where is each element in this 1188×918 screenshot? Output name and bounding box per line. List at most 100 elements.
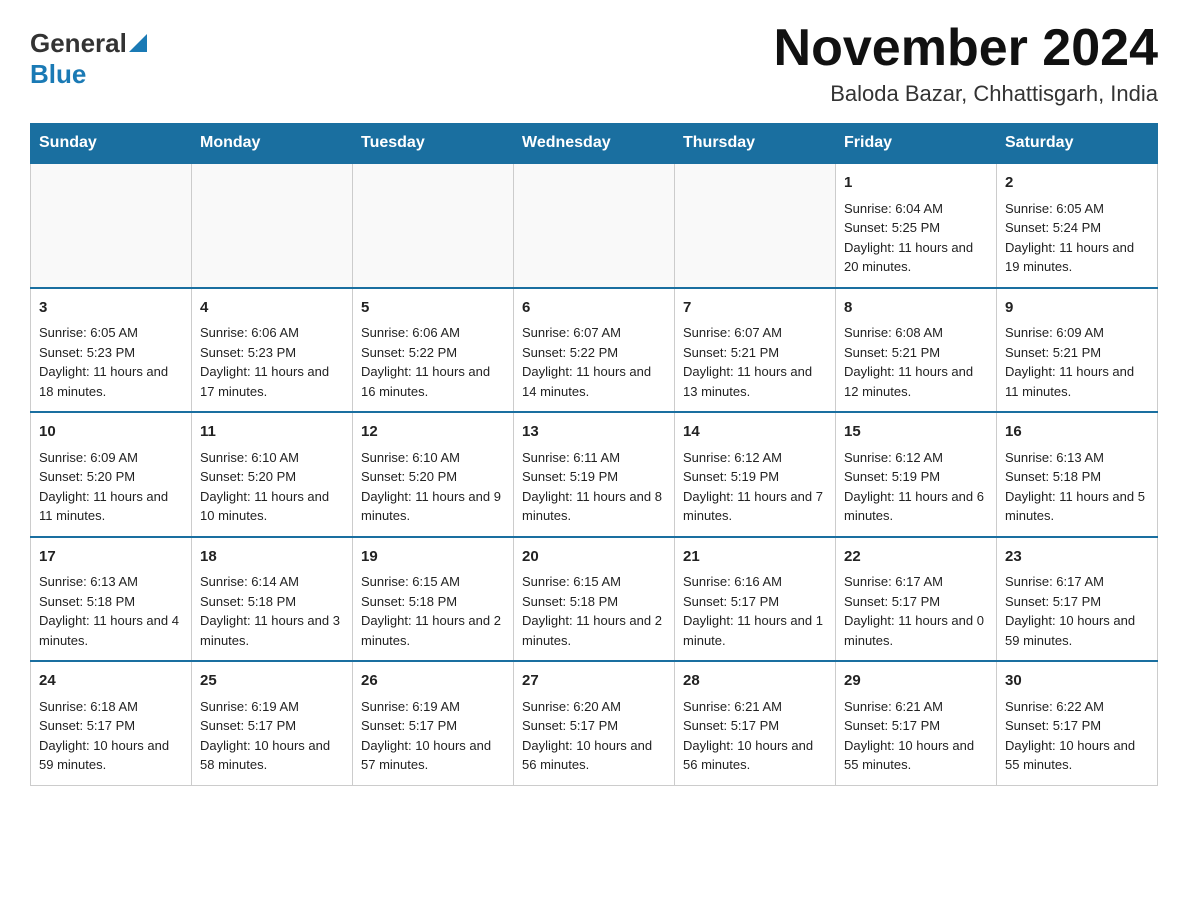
calendar-cell: 14Sunrise: 6:12 AMSunset: 5:19 PMDayligh… (675, 412, 836, 537)
day-info: Sunrise: 6:17 AM (1005, 572, 1149, 592)
calendar-cell: 1Sunrise: 6:04 AMSunset: 5:25 PMDaylight… (836, 163, 997, 288)
day-info: Sunrise: 6:07 AM (683, 323, 827, 343)
day-info: Sunset: 5:21 PM (1005, 343, 1149, 363)
calendar-cell: 30Sunrise: 6:22 AMSunset: 5:17 PMDayligh… (997, 661, 1158, 785)
day-number: 18 (200, 546, 344, 569)
day-number: 27 (522, 670, 666, 693)
day-header-tuesday: Tuesday (353, 124, 514, 164)
calendar-week-3: 10Sunrise: 6:09 AMSunset: 5:20 PMDayligh… (31, 412, 1158, 537)
day-info: Daylight: 11 hours and 5 minutes. (1005, 487, 1149, 526)
title-block: November 2024 Baloda Bazar, Chhattisgarh… (774, 20, 1158, 107)
day-info: Sunset: 5:20 PM (200, 467, 344, 487)
day-info: Sunset: 5:18 PM (1005, 467, 1149, 487)
day-info: Sunrise: 6:21 AM (844, 697, 988, 717)
calendar-header: SundayMondayTuesdayWednesdayThursdayFrid… (31, 124, 1158, 164)
day-info: Sunrise: 6:12 AM (683, 448, 827, 468)
day-info: Sunset: 5:25 PM (844, 218, 988, 238)
calendar-cell: 3Sunrise: 6:05 AMSunset: 5:23 PMDaylight… (31, 288, 192, 413)
day-number: 19 (361, 546, 505, 569)
day-info: Sunrise: 6:15 AM (522, 572, 666, 592)
day-info: Sunrise: 6:13 AM (39, 572, 183, 592)
day-info: Daylight: 11 hours and 19 minutes. (1005, 238, 1149, 277)
day-info: Sunrise: 6:15 AM (361, 572, 505, 592)
calendar-cell: 10Sunrise: 6:09 AMSunset: 5:20 PMDayligh… (31, 412, 192, 537)
day-info: Sunset: 5:19 PM (844, 467, 988, 487)
day-info: Daylight: 10 hours and 57 minutes. (361, 736, 505, 775)
day-number: 13 (522, 421, 666, 444)
logo-blue-text: Blue (30, 59, 86, 89)
day-info: Sunset: 5:17 PM (1005, 592, 1149, 612)
calendar-cell: 24Sunrise: 6:18 AMSunset: 5:17 PMDayligh… (31, 661, 192, 785)
day-number: 16 (1005, 421, 1149, 444)
logo: General Blue (30, 28, 147, 90)
calendar-cell: 16 Sunrise: 6:13 AMSunset: 5:18 PMDayligh… (997, 412, 1158, 537)
calendar-cell: 26Sunrise: 6:19 AMSunset: 5:17 PMDayligh… (353, 661, 514, 785)
day-number: 24 (39, 670, 183, 693)
day-info: Sunset: 5:18 PM (361, 592, 505, 612)
day-info: Sunset: 5:17 PM (1005, 716, 1149, 736)
day-info: Sunset: 5:22 PM (361, 343, 505, 363)
day-info: Sunset: 5:23 PM (200, 343, 344, 363)
day-header-sunday: Sunday (31, 124, 192, 164)
calendar-cell (353, 163, 514, 288)
day-info: Daylight: 11 hours and 20 minutes. (844, 238, 988, 277)
day-number: 28 (683, 670, 827, 693)
day-info: Sunrise: 6:09 AM (39, 448, 183, 468)
calendar-cell: 13Sunrise: 6:11 AMSunset: 5:19 PMDayligh… (514, 412, 675, 537)
day-info: Sunset: 5:22 PM (522, 343, 666, 363)
day-info: Sunset: 5:17 PM (522, 716, 666, 736)
day-number: 15 (844, 421, 988, 444)
day-info: Sunset: 5:20 PM (361, 467, 505, 487)
day-info: Sunset: 5:18 PM (39, 592, 183, 612)
day-info: Sunset: 5:21 PM (844, 343, 988, 363)
day-info: Sunset: 5:17 PM (844, 592, 988, 612)
day-number: 25 (200, 670, 344, 693)
calendar-cell (31, 163, 192, 288)
day-info: Sunrise: 6:06 AM (200, 323, 344, 343)
day-number: 21 (683, 546, 827, 569)
day-info: Sunset: 5:23 PM (39, 343, 183, 363)
day-info: Sunrise: 6:19 AM (200, 697, 344, 717)
calendar-body: 1Sunrise: 6:04 AMSunset: 5:25 PMDaylight… (31, 163, 1158, 785)
calendar-week-2: 3Sunrise: 6:05 AMSunset: 5:23 PMDaylight… (31, 288, 1158, 413)
calendar-cell: 15Sunrise: 6:12 AMSunset: 5:19 PMDayligh… (836, 412, 997, 537)
day-info: Sunset: 5:19 PM (683, 467, 827, 487)
day-number: 8 (844, 297, 988, 320)
calendar-cell: 19 Sunrise: 6:15 AMSunset: 5:18 PMDayligh… (353, 537, 514, 662)
day-info: Sunset: 5:17 PM (683, 716, 827, 736)
day-info: Sunrise: 6:10 AM (361, 448, 505, 468)
day-info: Sunrise: 6:09 AM (1005, 323, 1149, 343)
day-header-wednesday: Wednesday (514, 124, 675, 164)
calendar-cell (192, 163, 353, 288)
day-number: 2 (1005, 172, 1149, 195)
calendar-cell: 9Sunrise: 6:09 AMSunset: 5:21 PMDaylight… (997, 288, 1158, 413)
day-info: Sunset: 5:18 PM (200, 592, 344, 612)
day-info: Sunrise: 6:22 AM (1005, 697, 1149, 717)
calendar-cell: 28Sunrise: 6:21 AMSunset: 5:17 PMDayligh… (675, 661, 836, 785)
day-info: Daylight: 11 hours and 2 minutes. (361, 611, 505, 650)
day-info: Daylight: 11 hours and 8 minutes. (522, 487, 666, 526)
day-info: Sunset: 5:18 PM (522, 592, 666, 612)
day-info: Sunrise: 6:19 AM (361, 697, 505, 717)
day-number: 11 (200, 421, 344, 444)
day-number: 4 (200, 297, 344, 320)
calendar-cell: 4 Sunrise: 6:06 AMSunset: 5:23 PMDaylight… (192, 288, 353, 413)
day-info: Daylight: 11 hours and 16 minutes. (361, 362, 505, 401)
day-info: Sunrise: 6:13 AM (1005, 448, 1149, 468)
day-info: Daylight: 11 hours and 18 minutes. (39, 362, 183, 401)
day-info: Sunrise: 6:16 AM (683, 572, 827, 592)
logo-triangle-icon (129, 32, 147, 58)
day-info: Daylight: 11 hours and 0 minutes. (844, 611, 988, 650)
day-number: 14 (683, 421, 827, 444)
day-info: Daylight: 11 hours and 17 minutes. (200, 362, 344, 401)
day-number: 23 (1005, 546, 1149, 569)
day-info: Sunrise: 6:08 AM (844, 323, 988, 343)
day-info: Daylight: 11 hours and 12 minutes. (844, 362, 988, 401)
calendar-cell: 2Sunrise: 6:05 AMSunset: 5:24 PMDaylight… (997, 163, 1158, 288)
day-info: Sunrise: 6:20 AM (522, 697, 666, 717)
day-number: 5 (361, 297, 505, 320)
day-number: 6 (522, 297, 666, 320)
day-number: 1 (844, 172, 988, 195)
day-info: Daylight: 11 hours and 14 minutes. (522, 362, 666, 401)
day-info: Sunrise: 6:05 AM (39, 323, 183, 343)
